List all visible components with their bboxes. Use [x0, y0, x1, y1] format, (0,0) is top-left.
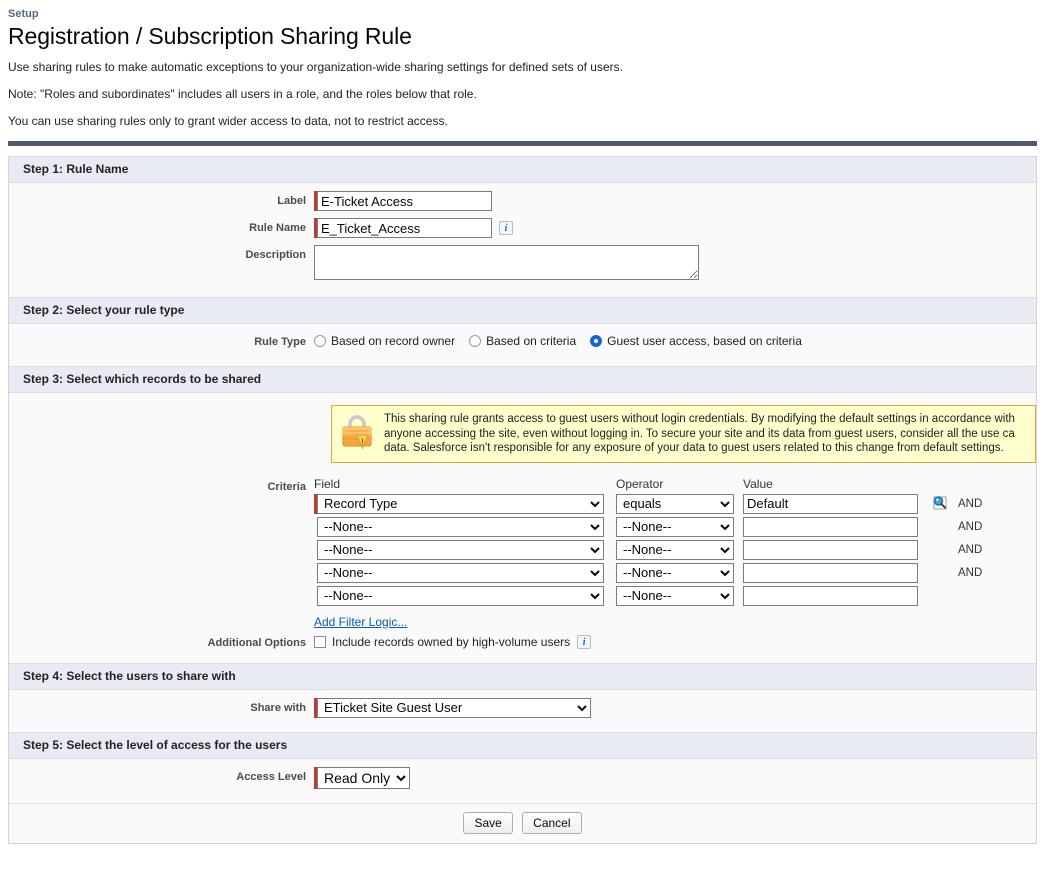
- criteria-and-label: AND: [958, 566, 983, 579]
- rule-type-radio-group: Based on record owner Based on criteria …: [314, 332, 802, 348]
- add-filter-logic-link[interactable]: Add Filter Logic...: [314, 615, 407, 629]
- criteria-table-row: Record Type equals Default AND: [314, 493, 1036, 514]
- criteria-value-input-1[interactable]: [743, 493, 918, 514]
- column-header-value: Value: [743, 476, 773, 491]
- radio-guest-user-access[interactable]: Guest user access, based on criteria: [590, 334, 802, 348]
- radio-based-on-criteria[interactable]: Based on criteria: [469, 334, 576, 348]
- additional-options-row: Additional Options Include records owned…: [9, 633, 1036, 653]
- radio-based-on-record-owner[interactable]: Based on record owner: [314, 334, 455, 348]
- intro-line-2: Note: "Roles and subordinates" includes …: [8, 87, 477, 101]
- step4-heading: Step 4: Select the users to share with: [9, 662, 1036, 690]
- top-divider-bar: [8, 141, 1037, 146]
- step1-body: Label Rule Name i Description: [9, 183, 1036, 297]
- step3-body: ! This sharing rule grants access to gue…: [9, 393, 1036, 663]
- description-textarea[interactable]: [314, 245, 699, 280]
- criteria-value-input-3[interactable]: [743, 539, 918, 560]
- criteria-value-input-5[interactable]: [743, 585, 918, 606]
- guest-warning-text: This sharing rule grants access to guest…: [384, 413, 1019, 454]
- share-with-label: Share with: [250, 701, 306, 714]
- info-icon[interactable]: i: [499, 221, 513, 235]
- intro-line-3: You can use sharing rules only to grant …: [8, 114, 448, 128]
- guest-warning-row: ! This sharing rule grants access to gue…: [9, 405, 1036, 477]
- cancel-button[interactable]: Cancel: [522, 811, 582, 834]
- sharing-rule-form: Step 1: Rule Name Label Rule Name i Desc…: [8, 156, 1037, 844]
- page-header: Setup Registration / Subscription Sharin…: [0, 0, 1045, 129]
- rule-name-label: Rule Name: [249, 222, 306, 234]
- criteria-table-row: --None-- --None-- AND: [314, 516, 1036, 537]
- radio-icon[interactable]: [314, 335, 326, 347]
- step1-heading: Step 1: Rule Name: [9, 156, 1036, 183]
- criteria-and-label: AND: [958, 520, 983, 533]
- criteria-and-label: AND: [958, 543, 983, 556]
- rule-name-row: Rule Name i: [9, 218, 1036, 238]
- rule-name-input[interactable]: [317, 218, 492, 238]
- high-volume-checkbox[interactable]: [314, 635, 326, 648]
- radio-label: Based on record owner: [331, 334, 456, 348]
- label-row: Label: [9, 191, 1036, 211]
- criteria-value-input-4[interactable]: [743, 562, 918, 583]
- access-level-label: Access Level: [236, 770, 306, 783]
- intro-line-1: Use sharing rules to make automatic exce…: [8, 60, 623, 74]
- access-level-row: Access Level Read Only: [9, 766, 1036, 789]
- criteria-operator-select-5[interactable]: --None--: [616, 585, 734, 606]
- criteria-operator-select-3[interactable]: --None--: [616, 539, 734, 560]
- criteria-field-select-5[interactable]: --None--: [317, 585, 604, 606]
- criteria-field-select-4[interactable]: --None--: [317, 562, 604, 583]
- access-level-select[interactable]: Read Only: [317, 766, 410, 789]
- radio-label: Based on criteria: [486, 334, 577, 348]
- radio-icon-selected[interactable]: [590, 335, 603, 347]
- info-icon[interactable]: i: [577, 634, 592, 649]
- criteria-table-row: --None-- --None--: [314, 585, 1036, 606]
- description-label: Description: [245, 249, 306, 261]
- step5-heading: Step 5: Select the level of access for t…: [9, 731, 1036, 759]
- criteria-field-select-2[interactable]: --None--: [317, 516, 604, 537]
- sharing-rule-page: Setup Registration / Subscription Sharin…: [0, 0, 1045, 883]
- criteria-value-input-2[interactable]: [743, 516, 918, 537]
- form-button-bar: Save Cancel: [9, 802, 1036, 843]
- step4-body: Share with ETicket Site Guest User: [9, 689, 1036, 732]
- radio-label: Guest user access, based on criteria: [607, 334, 802, 348]
- rule-type-row: Rule Type Based on record owner Based on…: [9, 332, 1036, 352]
- guest-user-warning-banner: ! This sharing rule grants access to gue…: [331, 405, 1036, 463]
- step5-body: Access Level Read Only: [9, 758, 1036, 803]
- setup-label: Setup: [8, 8, 39, 20]
- step2-heading: Step 2: Select your rule type: [9, 297, 1036, 324]
- lock-warning-icon: !: [340, 413, 374, 452]
- step2-body: Rule Type Based on record owner Based on…: [9, 324, 1036, 366]
- label-input[interactable]: [317, 191, 492, 211]
- share-with-row: Share with ETicket Site Guest User: [9, 697, 1036, 718]
- criteria-table: Field Operator Value Record Type equals …: [314, 477, 1036, 629]
- save-button[interactable]: Save: [463, 811, 513, 834]
- criteria-row: Criteria Field Operator Value Record Typ…: [9, 477, 1036, 629]
- step3-heading: Step 3: Select which records to be share…: [9, 366, 1036, 393]
- criteria-column-headers: Field Operator Value: [314, 477, 1036, 491]
- lookup-search-icon[interactable]: [931, 494, 948, 514]
- share-with-select[interactable]: ETicket Site Guest User: [317, 697, 591, 718]
- criteria-operator-select-4[interactable]: --None--: [616, 562, 734, 583]
- criteria-table-row: --None-- --None-- AND: [314, 539, 1036, 560]
- column-header-field: Field: [314, 476, 341, 491]
- radio-icon[interactable]: [469, 335, 482, 347]
- svg-text:!: !: [361, 437, 364, 447]
- criteria-table-row: --None-- --None-- AND: [314, 562, 1036, 583]
- description-row: Description: [9, 245, 1036, 280]
- criteria-field-select-3[interactable]: --None--: [317, 539, 604, 560]
- criteria-field-select-1[interactable]: Record Type: [317, 493, 604, 514]
- criteria-operator-select-1[interactable]: equals: [616, 493, 734, 514]
- additional-options-label: Additional Options: [207, 636, 306, 649]
- criteria-operator-select-2[interactable]: --None--: [616, 516, 734, 537]
- rule-type-label: Rule Type: [254, 336, 306, 348]
- page-title: Registration / Subscription Sharing Rule: [8, 23, 412, 49]
- column-header-operator: Operator: [616, 476, 664, 491]
- criteria-and-label: AND: [958, 497, 983, 510]
- label-field-label: Label: [277, 195, 306, 207]
- criteria-label: Criteria: [267, 480, 306, 493]
- high-volume-checkbox-label: Include records owned by high-volume use…: [332, 634, 571, 649]
